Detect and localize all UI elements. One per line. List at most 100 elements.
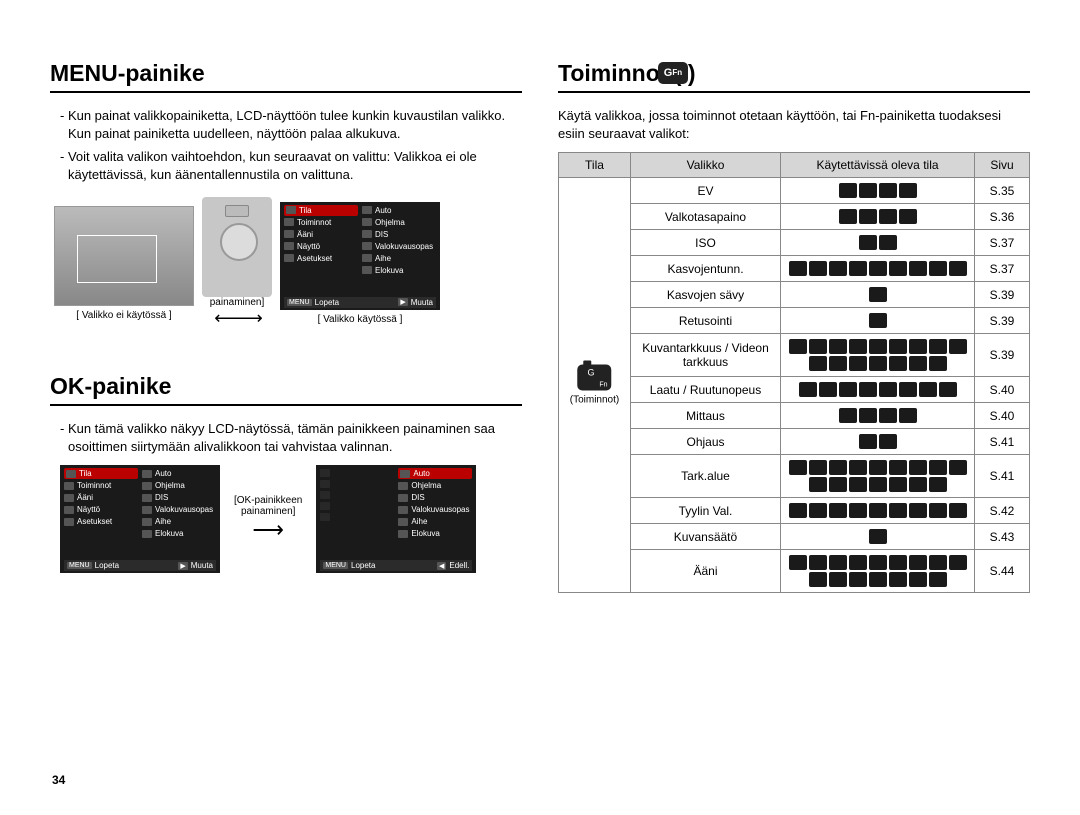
mode-chip-icon (829, 261, 847, 276)
avail-cell (781, 455, 975, 498)
mode-chip-icon (909, 339, 927, 354)
mode-chip-icon (909, 261, 927, 276)
mode-chip-icon (859, 434, 877, 449)
mode-chip-icon (829, 555, 847, 570)
mode-chip-icon (859, 209, 877, 224)
right-column: Toiminnot ( ) GFn Käytä valikkoa, jossa … (558, 60, 1030, 593)
mode-chip-icon (879, 382, 897, 397)
photo-preview (54, 206, 194, 306)
page-cell: S.40 (975, 377, 1030, 403)
page-cell: S.44 (975, 550, 1030, 593)
avail-cell (781, 308, 975, 334)
mode-chip-icon (929, 555, 947, 570)
ok-arrow-top: [OK-painikkeen (234, 495, 302, 506)
mode-chip-icon (849, 572, 867, 587)
fig-menu: Tila Toiminnot Ääni Näyttö Asetukset Aut… (280, 202, 440, 325)
mode-chip-icon (839, 183, 857, 198)
mode-chip-icon (869, 460, 887, 475)
menu-cell: Laatu / Ruutunopeus (631, 377, 781, 403)
mode-chip-icon (849, 339, 867, 354)
mode-chip-icon (929, 261, 947, 276)
avail-cell (781, 377, 975, 403)
avail-cell (781, 429, 975, 455)
mode-chip-icon (859, 183, 877, 198)
mode-chip-icon (849, 503, 867, 518)
arrow-label: painaminen] (210, 297, 264, 308)
page-number: 34 (52, 773, 65, 787)
menu-cell: EV (631, 178, 781, 204)
mode-chip-icon (939, 382, 957, 397)
menu-para-2: - Voit valita valikon vaihtoehdon, kun s… (50, 148, 522, 183)
mode-chip-icon (949, 503, 967, 518)
mode-chip-icon (829, 339, 847, 354)
avail-cell (781, 230, 975, 256)
mode-chip-icon (809, 555, 827, 570)
table-row: (Toiminnot)EVS.35 (559, 178, 1030, 204)
mode-chip-icon (909, 356, 927, 371)
menu-cell: Ohjaus (631, 429, 781, 455)
mode-chip-icon (929, 339, 947, 354)
mode-label: (Toiminnot) (570, 395, 619, 406)
menu-cell: Tyylin Val. (631, 498, 781, 524)
mode-chip-icon (909, 555, 927, 570)
avail-cell (781, 256, 975, 282)
mode-chip-icon (809, 503, 827, 518)
mode-chip-icon (869, 572, 887, 587)
page-cell: S.35 (975, 178, 1030, 204)
mode-chip-icon (799, 382, 817, 397)
m1-l2: Ääni (297, 230, 313, 239)
mode-chip-icon (849, 555, 867, 570)
mode-chip-icon (809, 339, 827, 354)
menu-button-heading: MENU-painike (50, 60, 522, 93)
mode-chip-icon (899, 183, 917, 198)
menu-cell: Retusointi (631, 308, 781, 334)
mode-chip-icon (889, 460, 907, 475)
mode-chip-icon (849, 261, 867, 276)
page-cell: S.39 (975, 308, 1030, 334)
menu-cell: ISO (631, 230, 781, 256)
menu-screen-2: Tila Toiminnot Ääni Näyttö Asetukset Aut… (60, 465, 220, 573)
mode-chip-icon (949, 339, 967, 354)
mode-chip-icon (909, 477, 927, 492)
mode-chip-icon (829, 503, 847, 518)
mode-chip-icon (889, 503, 907, 518)
mode-chip-icon (879, 408, 897, 423)
avail-cell (781, 178, 975, 204)
page-cell: S.41 (975, 429, 1030, 455)
mode-chip-icon (929, 503, 947, 518)
camera-back-icon (202, 197, 272, 297)
foot-left: Lopeta (315, 298, 339, 307)
page-cell: S.42 (975, 498, 1030, 524)
mode-chip-icon (889, 261, 907, 276)
menu-cell: Ääni (631, 550, 781, 593)
fn-icon: GFn (658, 62, 688, 84)
mode-chip-icon (889, 572, 907, 587)
fig2-caption: [ Valikko käytössä ] (280, 314, 440, 325)
avail-cell (781, 204, 975, 230)
th-menu: Valikko (631, 153, 781, 178)
th-avail: Käytettävissä oleva tila (781, 153, 975, 178)
menu-cell: Valkotasapaino (631, 204, 781, 230)
m1-l0: Tila (299, 206, 312, 215)
mode-chip-icon (879, 235, 897, 250)
mode-chip-icon (789, 503, 807, 518)
avail-cell (781, 282, 975, 308)
mode-chip-icon (889, 555, 907, 570)
mode-chip-icon (869, 555, 887, 570)
page-cell: S.41 (975, 455, 1030, 498)
mode-chip-icon (899, 209, 917, 224)
mode-chip-icon (869, 287, 887, 302)
fn-mode-icon (578, 365, 612, 391)
mode-chip-icon (929, 477, 947, 492)
mode-chip-icon (849, 356, 867, 371)
mode-chip-icon (829, 460, 847, 475)
mode-chip-icon (839, 209, 857, 224)
menu-screen-3: Auto Ohjelma DIS Valokuvausopas Aihe Elo… (316, 465, 476, 573)
ok-arrow-bottom: painaminen] (241, 506, 295, 517)
avail-cell (781, 334, 975, 377)
m1-r5: Elokuva (375, 266, 403, 275)
th-page: Sivu (975, 153, 1030, 178)
fig-no-menu: [ Valikko ei käytössä ] (54, 206, 194, 321)
mode-chip-icon (809, 460, 827, 475)
page-cell: S.43 (975, 524, 1030, 550)
